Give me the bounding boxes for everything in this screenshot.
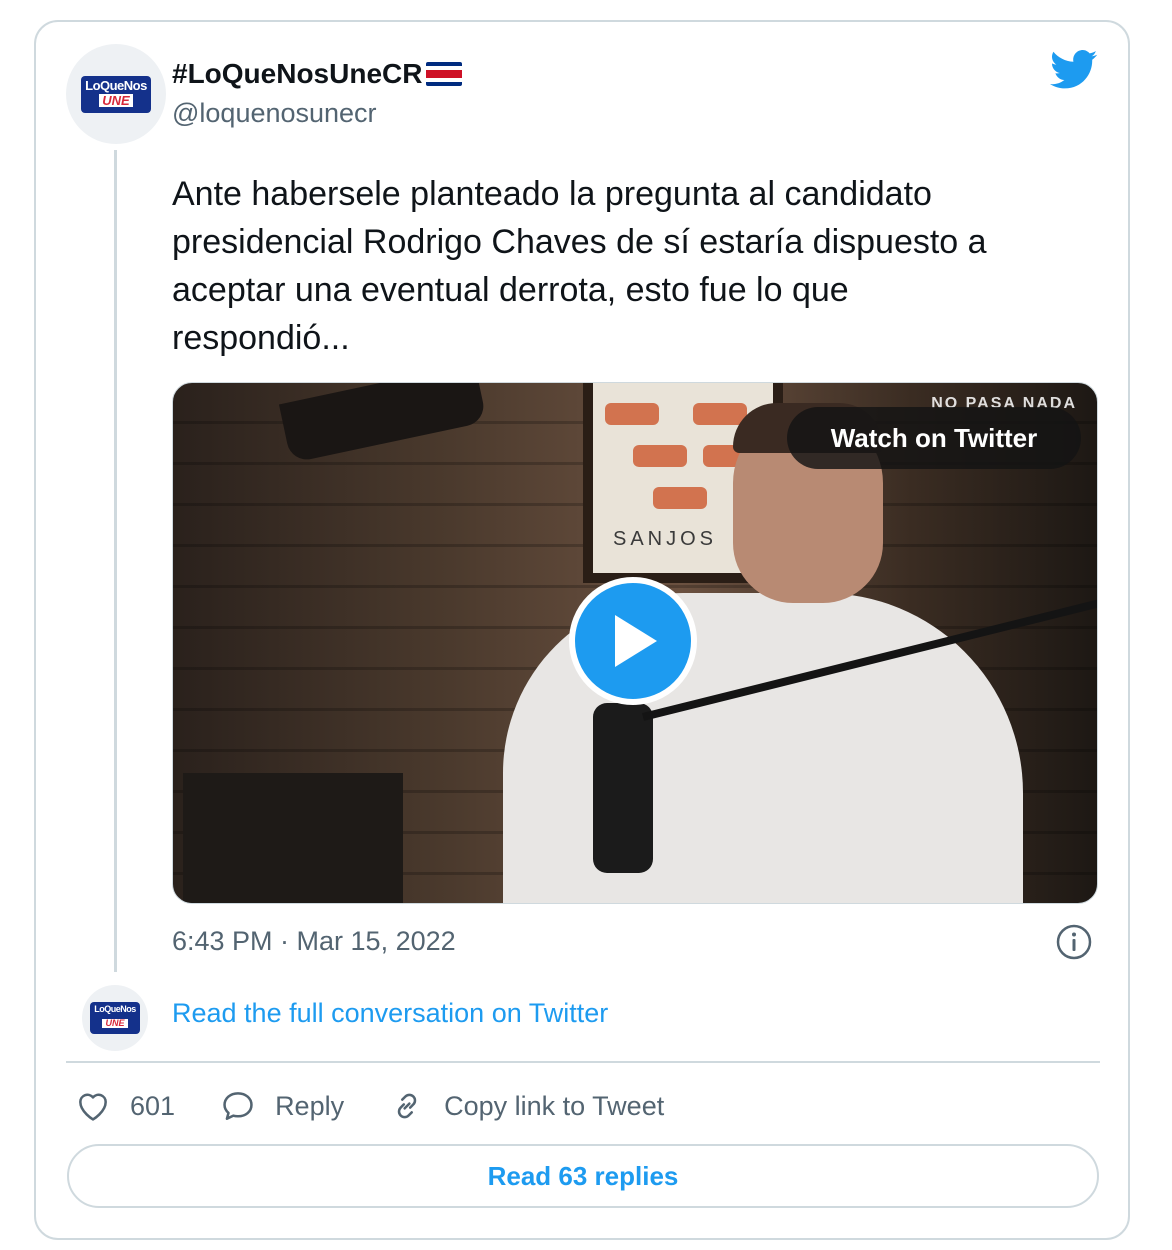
heart-icon	[79, 1093, 107, 1121]
like-button[interactable]: 601	[74, 1087, 175, 1125]
costa-rica-flag-icon	[426, 62, 463, 86]
brand-logo-small: LoQueNos UNE	[90, 1002, 140, 1034]
tweet-text: Ante habersele planteado la pregunta al …	[172, 175, 987, 357]
reply-bubble-icon	[223, 1092, 253, 1120]
author-handle[interactable]: @loquenosunecr	[172, 98, 377, 129]
twitter-bird-icon[interactable]	[1050, 50, 1098, 90]
copy-link-label: Copy link to Tweet	[444, 1090, 665, 1121]
logo-line2-small: UNE	[102, 1019, 128, 1028]
video-thumbnail[interactable]: SANJOS NO PASA NADA Watch on Twitter	[172, 382, 1098, 904]
tweet-actions: 601 Reply Copy link to Tweet	[74, 1084, 708, 1128]
copy-link-button[interactable]: Copy link to Tweet	[388, 1087, 664, 1125]
reply-label: Reply	[275, 1090, 345, 1121]
divider	[66, 1061, 1100, 1063]
info-icon[interactable]	[1056, 924, 1092, 960]
author-avatar[interactable]: LoQueNos UNE	[66, 44, 166, 144]
play-button[interactable]	[569, 577, 697, 705]
watch-on-twitter-button[interactable]: Watch on Twitter	[787, 407, 1081, 469]
brand-logo: LoQueNos UNE	[81, 75, 151, 113]
author-display-name[interactable]: #LoQueNosUneCR	[172, 58, 422, 90]
play-icon	[615, 615, 657, 667]
read-full-conversation-link[interactable]: Read the full conversation on Twitter	[172, 998, 608, 1029]
reply-button[interactable]: Reply	[219, 1087, 344, 1125]
logo-line2: UNE	[99, 93, 133, 107]
tweet-timestamp[interactable]: 6:43 PM · Mar 15, 2022	[172, 926, 456, 957]
thread-line	[114, 150, 117, 972]
poster-text: SANJOS	[613, 528, 718, 550]
link-icon	[397, 1093, 417, 1119]
author-name-row[interactable]: #LoQueNosUneCR	[172, 58, 463, 90]
logo-line1: LoQueNos	[85, 77, 147, 93]
microphone	[593, 703, 653, 873]
read-replies-button[interactable]: Read 63 replies	[67, 1144, 1099, 1208]
like-count: 601	[130, 1090, 176, 1121]
author-avatar-small[interactable]: LoQueNos UNE	[82, 985, 148, 1051]
logo-line1-small: LoQueNos	[94, 1004, 136, 1014]
bookshelf	[183, 773, 403, 903]
